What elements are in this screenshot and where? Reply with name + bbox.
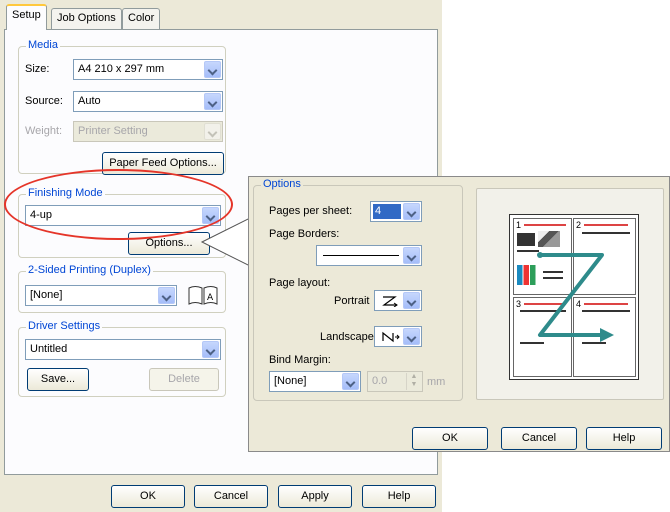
pages-per-sheet-label: Pages per sheet: [269,205,353,217]
preview-sheet: 1 2 3 4 [509,214,639,380]
landscape-label: Landscape [320,331,374,343]
bind-margin-value: [None] [274,375,307,387]
portrait-label: Portrait [334,295,370,307]
svg-text:A: A [207,293,214,303]
z-order-icon [382,296,398,307]
cancel-button[interactable]: Cancel [194,485,268,508]
page-borders-select[interactable] [316,245,422,266]
chevron-down-icon[interactable] [204,61,221,78]
book-duplex-icon: A [188,286,218,305]
delete-settings-button: Delete [149,368,219,391]
weight-label: Weight: [25,125,63,137]
portrait-layout-select[interactable] [374,290,422,311]
landscape-layout-select[interactable] [374,326,422,347]
chevron-down-icon[interactable] [403,247,420,264]
chevron-down-icon[interactable] [403,203,420,220]
tab-job-options[interactable]: Job Options [51,8,122,29]
chevron-down-icon[interactable] [403,292,420,309]
page-borders-label: Page Borders: [269,228,340,240]
driver-settings-label: Driver Settings [26,320,103,332]
size-label: Size: [25,63,50,75]
chevron-down-icon [204,123,221,140]
driver-settings-value: Untitled [30,343,68,355]
border-line-swatch [323,255,399,256]
duplex-value: [None] [30,289,63,301]
options-group: Options Pages per sheet: 4 Page Borders:… [253,178,463,401]
bind-margin-spinner: 0.0 ▲ ▼ [367,371,423,392]
source-select[interactable]: Auto [73,91,223,112]
finishing-options-dialog: Options Pages per sheet: 4 Page Borders:… [248,176,670,452]
weight-select: Printer Setting [73,121,223,142]
ok-button[interactable]: OK [111,485,185,508]
z-order-arrow-icon [537,252,614,342]
page-layout-label: Page layout: [269,277,331,289]
size-select[interactable]: A4 210 x 297 mm [73,59,223,80]
help-button[interactable]: Help [362,485,436,508]
highlight-ellipse [4,169,233,240]
chevron-down-icon[interactable] [158,287,175,304]
pages-per-sheet-select[interactable]: 4 [370,201,422,222]
media-group: Media Size: A4 210 x 297 mm Source: Auto… [18,39,226,175]
chevron-down-icon[interactable] [342,373,359,390]
options-group-label: Options [261,178,303,190]
duplex-select[interactable]: [None] [25,285,177,306]
duplex-group: 2-Sided Printing (Duplex) [None] A [18,264,226,313]
pages-per-sheet-value: 4 [375,205,382,217]
tab-color[interactable]: Color [122,8,161,29]
chevron-down-icon[interactable] [202,341,219,358]
save-settings-button[interactable]: Save... [27,368,89,391]
apply-button[interactable]: Apply [278,485,352,508]
options-cancel-button[interactable]: Cancel [501,427,577,450]
chevron-down-icon[interactable] [204,93,221,110]
source-value: Auto [78,95,101,107]
source-label: Source: [25,95,63,107]
layout-preview-panel: 1 2 3 4 [476,188,664,400]
driver-settings-group: Driver Settings Untitled Save... Delete [18,320,226,397]
options-ok-button[interactable]: OK [412,427,488,450]
bind-margin-unit: mm [427,376,446,388]
tab-setup[interactable]: Setup [6,4,47,30]
bind-margin-label: Bind Margin: [269,354,331,366]
weight-value: Printer Setting [78,125,148,137]
spinner-arrows-icon: ▲ ▼ [406,373,421,390]
n-order-icon [382,331,400,343]
bind-margin-number: 0.0 [372,375,388,387]
size-value: A4 210 x 297 mm [78,63,165,75]
driver-settings-select[interactable]: Untitled [25,339,221,360]
chevron-down-icon[interactable] [403,328,420,345]
media-group-label: Media [26,39,60,51]
options-help-button[interactable]: Help [586,427,662,450]
duplex-group-label: 2-Sided Printing (Duplex) [26,264,153,276]
bind-margin-select[interactable]: [None] [269,371,361,392]
